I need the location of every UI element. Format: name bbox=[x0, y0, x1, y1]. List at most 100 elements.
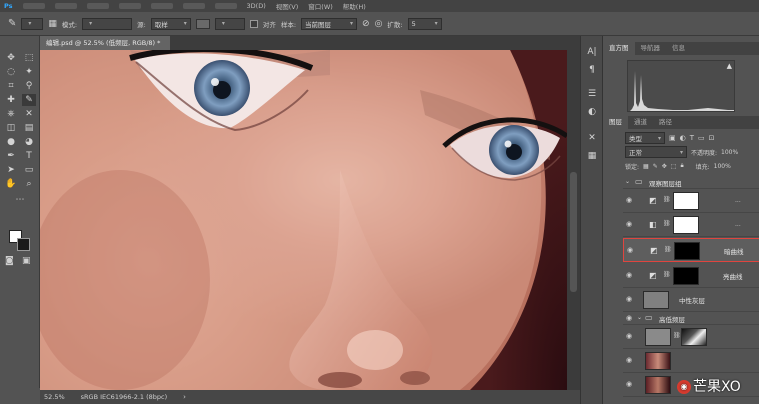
canvas-photo[interactable] bbox=[40, 50, 567, 390]
app-logo-icon[interactable]: Ps bbox=[4, 2, 13, 10]
tab-info[interactable]: 信息 bbox=[666, 42, 691, 55]
tab-channels[interactable]: 通道 bbox=[628, 116, 653, 129]
document-tab[interactable]: 编辑.psd @ 52.5% (低频层, RGB/8) * bbox=[40, 36, 170, 50]
dodge-tool-icon[interactable]: ◕ bbox=[22, 136, 36, 148]
pen-tool-icon[interactable]: ✒ bbox=[4, 150, 18, 162]
healing-brush-icon[interactable]: ✎ bbox=[8, 18, 16, 29]
sample-dropdown[interactable]: 当前图层 bbox=[301, 17, 358, 30]
layer-thumbnail[interactable] bbox=[643, 291, 669, 309]
visibility-eye-icon[interactable]: ◉ bbox=[626, 380, 632, 388]
scrollbar-thumb[interactable] bbox=[570, 172, 577, 292]
mode-dropdown[interactable] bbox=[82, 17, 133, 30]
clone-stamp-tool-icon[interactable]: ⎈ bbox=[4, 108, 18, 120]
marquee-tool-icon[interactable]: ⬚ bbox=[22, 52, 36, 64]
layer-mask-thumbnail[interactable] bbox=[674, 242, 700, 260]
move-tool-icon[interactable]: ✥ bbox=[4, 52, 18, 64]
quick-select-tool-icon[interactable]: ✦ bbox=[22, 66, 36, 78]
filter-type-dropdown[interactable]: 类型 bbox=[625, 132, 665, 144]
opacity-value[interactable]: 100% bbox=[721, 149, 738, 156]
quick-mask-icon[interactable]: ◙ bbox=[5, 256, 14, 266]
lock-all-icon[interactable]: 🔒︎ bbox=[680, 162, 683, 170]
visibility-eye-icon[interactable]: ◉ bbox=[626, 295, 632, 303]
visibility-eye-icon[interactable]: ◉ bbox=[626, 196, 632, 204]
histogram-warning-icon[interactable]: ▲ bbox=[727, 62, 732, 70]
adjustments-panel-icon[interactable]: ◐ bbox=[586, 106, 598, 118]
layer-thumbnail[interactable] bbox=[645, 328, 671, 346]
swatches-panel-icon[interactable]: ▦ bbox=[586, 150, 598, 162]
layer-row-light-curve[interactable]: ◉ ◩ ⛓︎ 亮曲线 bbox=[623, 264, 759, 288]
character-panel-icon[interactable]: A| bbox=[586, 46, 598, 58]
menu-item-blurred[interactable] bbox=[22, 3, 45, 9]
menu-item-window[interactable]: 窗口(W) bbox=[308, 1, 333, 11]
chain-icon[interactable]: ⛓︎ bbox=[673, 332, 681, 339]
lock-pixels-icon[interactable]: ▦ bbox=[643, 163, 649, 170]
chain-icon[interactable]: ⛓︎ bbox=[663, 196, 671, 203]
layer-mask-thumbnail[interactable] bbox=[681, 328, 707, 346]
menu-item-help[interactable]: 帮助(H) bbox=[343, 1, 366, 11]
properties-panel-icon[interactable]: ☰ bbox=[586, 88, 598, 100]
eraser-tool-icon[interactable]: ◫ bbox=[4, 122, 18, 134]
tools-preset-icon[interactable]: ✕ bbox=[586, 132, 598, 144]
layer-row-adjust-2[interactable]: ◉ ◧ ⛓︎ ... bbox=[623, 213, 759, 237]
visibility-eye-icon[interactable]: ◉ bbox=[626, 220, 632, 228]
menu-item-blurred[interactable] bbox=[182, 3, 205, 9]
filter-shape-icon[interactable]: ▭ bbox=[698, 134, 705, 142]
visibility-eye-icon[interactable]: ◉ bbox=[626, 271, 632, 279]
status-arrow-icon[interactable]: › bbox=[183, 393, 186, 401]
layer-row-dark-curve[interactable]: ◉ ◩ ⛓︎ 暗曲线 bbox=[623, 238, 759, 262]
pattern-dropdown[interactable] bbox=[214, 17, 245, 30]
visibility-eye-icon[interactable]: ◉ bbox=[626, 332, 632, 340]
blur-tool-icon[interactable]: ● bbox=[4, 136, 18, 148]
visibility-eye-icon[interactable]: ◉ bbox=[626, 356, 632, 364]
aligned-checkbox[interactable] bbox=[249, 19, 258, 28]
lock-move-icon[interactable]: ✥ bbox=[662, 163, 667, 170]
gradient-tool-icon[interactable]: ▤ bbox=[22, 122, 36, 134]
zoom-level[interactable]: 52.5% bbox=[44, 393, 65, 401]
layer-row-adjust-1[interactable]: ◉ ◩ ⛓︎ ... bbox=[623, 189, 759, 213]
healing-tool-icon[interactable]: ✚ bbox=[4, 94, 18, 106]
ignore-adjustment-icon[interactable]: ⊘ bbox=[362, 19, 370, 29]
visibility-eye-icon[interactable]: ◉ bbox=[627, 246, 633, 254]
blend-mode-dropdown[interactable]: 正常 bbox=[625, 146, 687, 158]
lock-paint-icon[interactable]: ✎ bbox=[653, 163, 658, 170]
filter-pixel-icon[interactable]: ▣ bbox=[669, 134, 676, 142]
pressure-icon[interactable]: ◎ bbox=[375, 19, 383, 29]
tab-navigator[interactable]: 导航器 bbox=[635, 42, 667, 55]
layer-row-photo[interactable]: ◉ bbox=[623, 349, 759, 373]
menu-item-view[interactable]: 视图(V) bbox=[276, 1, 299, 11]
layer-more-icon[interactable]: ... bbox=[735, 221, 741, 228]
layer-thumbnail[interactable] bbox=[645, 376, 671, 394]
menu-item-blurred[interactable] bbox=[150, 3, 173, 9]
eyedropper-tool-icon[interactable]: ⚲ bbox=[22, 80, 36, 92]
menu-item-blurred[interactable] bbox=[118, 3, 141, 9]
lock-artboard-icon[interactable]: ⬚ bbox=[671, 163, 677, 170]
brush-tool-icon[interactable]: ✎ bbox=[22, 94, 36, 106]
lasso-tool-icon[interactable]: ◌ bbox=[4, 66, 18, 78]
chain-icon[interactable]: ⛓︎ bbox=[663, 271, 671, 278]
crop-tool-icon[interactable]: ⌗ bbox=[4, 80, 18, 92]
brush-settings-icon[interactable]: ▦ bbox=[48, 19, 57, 29]
layer-mask-thumbnail[interactable] bbox=[673, 267, 699, 285]
background-color-swatch[interactable] bbox=[17, 238, 30, 251]
history-brush-tool-icon[interactable]: ✕ bbox=[22, 108, 36, 120]
screen-mode-icon[interactable]: ▣ bbox=[22, 256, 31, 266]
tab-histogram[interactable]: 直方图 bbox=[603, 42, 635, 55]
group-fold-icon[interactable]: ⌄ bbox=[625, 178, 630, 185]
layer-row-group-observe[interactable]: ⌄ ▭ 观察图层组 bbox=[623, 176, 759, 189]
zoom-tool-icon[interactable]: ⌕ bbox=[22, 178, 36, 190]
source-dropdown[interactable]: 取样 bbox=[150, 17, 191, 30]
paragraph-panel-icon[interactable]: ¶ bbox=[586, 64, 598, 76]
layer-more-icon[interactable]: ... bbox=[735, 197, 741, 204]
layer-row-smart[interactable]: ◉ ⛓︎ bbox=[623, 325, 759, 349]
brush-preset-dropdown[interactable] bbox=[21, 17, 44, 30]
menu-item-blurred[interactable] bbox=[214, 3, 237, 9]
chain-icon[interactable]: ⛓︎ bbox=[663, 220, 671, 227]
path-select-tool-icon[interactable]: ➤ bbox=[4, 164, 18, 176]
vertical-scrollbar[interactable] bbox=[567, 50, 580, 390]
more-tools-icon[interactable]: ⋯ bbox=[13, 194, 27, 206]
menu-item-blurred[interactable] bbox=[86, 3, 109, 9]
tab-paths[interactable]: 路径 bbox=[653, 116, 678, 129]
layer-row-neutral-gray[interactable]: ◉ 中性灰层 bbox=[623, 288, 759, 312]
layer-mask-thumbnail[interactable] bbox=[673, 192, 699, 210]
tab-layers[interactable]: 图层 bbox=[603, 116, 628, 129]
